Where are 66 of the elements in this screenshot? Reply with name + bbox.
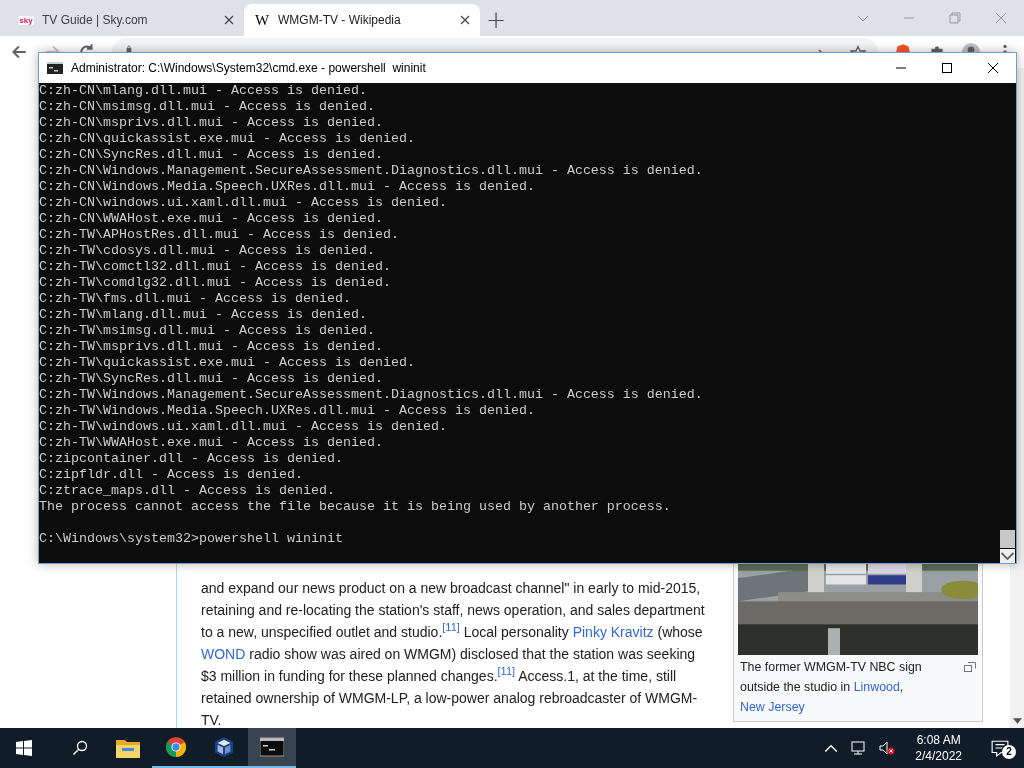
article-paragraph: and expand our news product on a new broadcast channel" in early to mid-2015, retaining and re-locating the station's staff, news operation, and sales department to a new, unspecified outlet and studio.$^{[11]}$ Local personality Pinky Kravitz (whose WOND radio show was aired on WMGM) disclosed that the station was seeking $3 million in funding for these planned changes.$^{[11]}$ Access.1, at the time, still retained ownership of WMGM-LP, a low-power analog rebroadcaster of WMGM-TV. <box>201 579 706 728</box>
favicon: sky <box>18 15 34 25</box>
windows-start-icon[interactable] <box>16 740 32 756</box>
console-line: C:zh-CN\msimsg.dll.mui - Access is denied. <box>39 99 376 115</box>
cube-icon <box>212 736 236 758</box>
console-line: C:zh-CN\Windows.Media.Speech.UXRes.dll.mui - Access is denied. <box>39 179 536 195</box>
link[interactable]: WOND <box>201 646 246 662</box>
console-line: The process cannot access the file because it is being used by another process. <box>39 499 672 515</box>
console-line: C:zh-TW\comctl32.dll.mui - Access is denied. <box>39 259 392 275</box>
citation-link[interactable]: [11] <box>442 621 460 634</box>
network-icon[interactable] <box>851 740 868 756</box>
console-line: C:zh-TW\msimsg.dll.mui - Access is denied. <box>39 323 376 339</box>
console-line: C:zipfldr.dll - Access is denied. <box>39 467 304 483</box>
favicon: W <box>254 11 270 29</box>
console-line: C:zh-TW\Windows.Management.SecureAssessment.Diagnostics.dll.mui - Access is denied. <box>39 387 704 403</box>
muted-speaker-icon[interactable] <box>879 740 896 756</box>
console-line: C:zh-CN\quickassist.exe.mui - Access is denied. <box>39 131 416 147</box>
lock-icon[interactable] <box>124 45 134 52</box>
console-line: C:zh-CN\mlang.dll.mui - Access is denied. <box>39 83 368 99</box>
browser-tab[interactable]: W WMGM-TV - Wikipedia <box>244 4 480 36</box>
maximize-icon <box>942 63 952 73</box>
taskbar-app[interactable] <box>248 728 296 768</box>
console-line: C:ztrace_maps.dll - Access is denied. <box>39 483 336 499</box>
console-line: C:zh-TW\cdosys.dll.mui - Access is denied. <box>39 243 376 259</box>
console-line: C:zh-TW\fms.dll.mui - Access is denied. <box>39 291 352 307</box>
notification-count: 2 <box>1002 745 1016 759</box>
close-icon[interactable] <box>224 15 234 25</box>
browser-tab[interactable]: sky TV Guide | Sky.com <box>8 4 244 36</box>
console-line: C:zh-TW\Windows.Media.Speech.UXRes.dll.mui - Access is denied. <box>39 403 536 419</box>
console-line: C:zh-TW\quickassist.exe.mui - Access is denied. <box>39 355 416 371</box>
star-icon[interactable] <box>850 45 866 53</box>
console-line: C:zipcontainer.dll - Access is denied. <box>39 451 344 467</box>
close-icon <box>988 63 998 73</box>
console-line: C:zh-TW\msprivs.dll.mui - Access is denied. <box>39 339 384 355</box>
window-title: Administrator: C:\Windows\System32\cmd.exe - powershell wininit <box>71 61 426 75</box>
back-arrow-icon[interactable] <box>10 43 28 61</box>
clock[interactable]: 6:08 AM 2/4/2022 <box>915 732 962 764</box>
folder-icon <box>116 737 140 759</box>
reload-icon[interactable] <box>78 43 96 52</box>
console-line: C:zh-TW\windows.ui.xaml.dll.mui - Access is denied. <box>39 419 448 435</box>
link[interactable]: New Jersey <box>740 700 805 714</box>
console-line: C:zh-CN\windows.ui.xaml.dll.mui - Access is denied. <box>39 195 448 211</box>
console-line: C:zh-CN\WWAHost.exe.mui - Access is denied. <box>39 211 384 227</box>
console-line: C:zh-TW\WWAHost.exe.mui - Access is denied. <box>39 435 384 451</box>
enlarge-icon[interactable] <box>964 662 976 672</box>
console-icon <box>260 736 284 758</box>
scroll-down-icon[interactable] <box>1012 718 1022 724</box>
console-line: C:zh-TW\APHostRes.dll.mui - Access is denied. <box>39 227 400 243</box>
chrome-icon <box>164 736 188 758</box>
console-line: C:zh-TW\mlang.dll.mui - Access is denied. <box>39 307 368 323</box>
console-icon <box>47 62 63 74</box>
image-caption: The former WMGM-TV NBC sign outside the studio in Linwood, New Jersey <box>740 659 923 716</box>
search-icon[interactable] <box>72 740 88 756</box>
citation-link[interactable]: [11] <box>497 665 516 678</box>
command-prompt: C:\Windows\system32>powershell wininit <box>39 531 344 547</box>
link[interactable]: Linwood <box>853 680 900 694</box>
link[interactable]: Pinky Kravitz <box>572 624 654 640</box>
scroll-thumb[interactable] <box>1000 530 1015 548</box>
console-line: C:zh-TW\SyncRes.dll.mui - Access is denied. <box>39 371 384 387</box>
close-icon[interactable] <box>460 15 470 25</box>
console-line: C:zh-CN\Windows.Management.SecureAssessment.Diagnostics.dll.mui - Access is denied. <box>39 163 704 179</box>
new-tab-button[interactable]: + <box>480 4 512 36</box>
console-line: C:zh-CN\msprivs.dll.mui - Access is denied. <box>39 115 384 131</box>
scroll-down-icon[interactable] <box>1000 549 1015 563</box>
console-line: C:zh-CN\SyncRes.dll.mui - Access is denied. <box>39 147 384 163</box>
console-line: C:zh-TW\comdlg32.dll.mui - Access is denied. <box>39 275 392 291</box>
